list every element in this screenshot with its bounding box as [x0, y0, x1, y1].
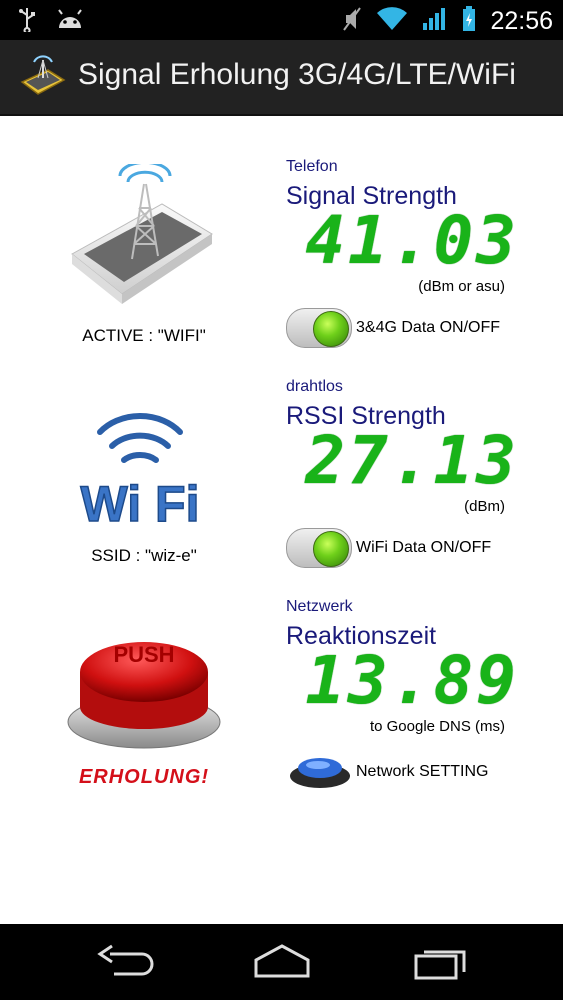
- usb-icon: [18, 6, 36, 37]
- status-bar: 22:56: [0, 0, 563, 40]
- home-icon[interactable]: [250, 942, 314, 987]
- app-icon[interactable]: [18, 52, 68, 105]
- mute-icon: [342, 6, 362, 37]
- wifi-logo-text: Wi Fi: [81, 476, 200, 532]
- mobile-data-toggle-label: 3&4G Data ON/OFF: [356, 319, 501, 336]
- active-network-caption: ACTIVE : "WIFI": [82, 326, 206, 345]
- signal-strength-unit: (dBm or asu): [418, 278, 505, 295]
- main-content: ACTIVE : "WIFI" Telefon Signal Strength …: [0, 116, 563, 924]
- phone-tower-image[interactable]: [62, 160, 222, 324]
- signal-strength-value: 41.03: [305, 202, 519, 279]
- app-title: Signal Erholung 3G/4G/LTE/WiFi: [78, 58, 516, 91]
- phone-category-label: Telefon: [286, 158, 338, 175]
- back-icon[interactable]: [94, 942, 154, 987]
- recents-icon[interactable]: [410, 942, 470, 987]
- wifi-data-toggle-label: WiFi Data ON/OFF: [356, 539, 492, 556]
- signal-icon: [422, 7, 448, 36]
- mobile-data-toggle[interactable]: [286, 308, 352, 348]
- network-section: PUSH ERHOLUNG! Netzwerk Reaktionszeit 13…: [0, 566, 563, 816]
- reaction-time-unit: to Google DNS (ms): [369, 718, 505, 735]
- ssid-caption: SSID : "wiz-e": [91, 546, 197, 565]
- network-settings-button[interactable]: [288, 750, 352, 790]
- toggle-knob: [313, 531, 349, 567]
- push-label: PUSH: [113, 642, 174, 667]
- network-category-label: Netzwerk: [286, 598, 353, 615]
- reaction-time-value: 13.89: [305, 642, 519, 719]
- rssi-strength-value: 27.13: [305, 422, 519, 499]
- wifi-logo-image[interactable]: Wi Fi: [70, 386, 210, 536]
- wifi-category-label: drahtlos: [286, 378, 343, 395]
- network-settings-label: Network SETTING: [356, 763, 489, 780]
- toggle-knob: [313, 311, 349, 347]
- phone-signal-section: ACTIVE : "WIFI" Telefon Signal Strength …: [0, 116, 563, 348]
- rssi-strength-unit: (dBm): [464, 498, 505, 515]
- wifi-icon: [376, 7, 408, 36]
- wifi-data-toggle[interactable]: [286, 528, 352, 568]
- battery-icon: [462, 6, 476, 37]
- erholung-caption: ERHOLUNG!: [78, 766, 210, 788]
- android-icon: [56, 8, 84, 35]
- navigation-bar: [0, 924, 563, 1000]
- push-button[interactable]: PUSH: [64, 622, 224, 752]
- wifi-section: Wi Fi SSID : "wiz-e" drahtlos RSSI Stren…: [0, 346, 563, 568]
- clock: 22:56: [490, 7, 553, 35]
- action-bar: Signal Erholung 3G/4G/LTE/WiFi: [0, 40, 563, 116]
